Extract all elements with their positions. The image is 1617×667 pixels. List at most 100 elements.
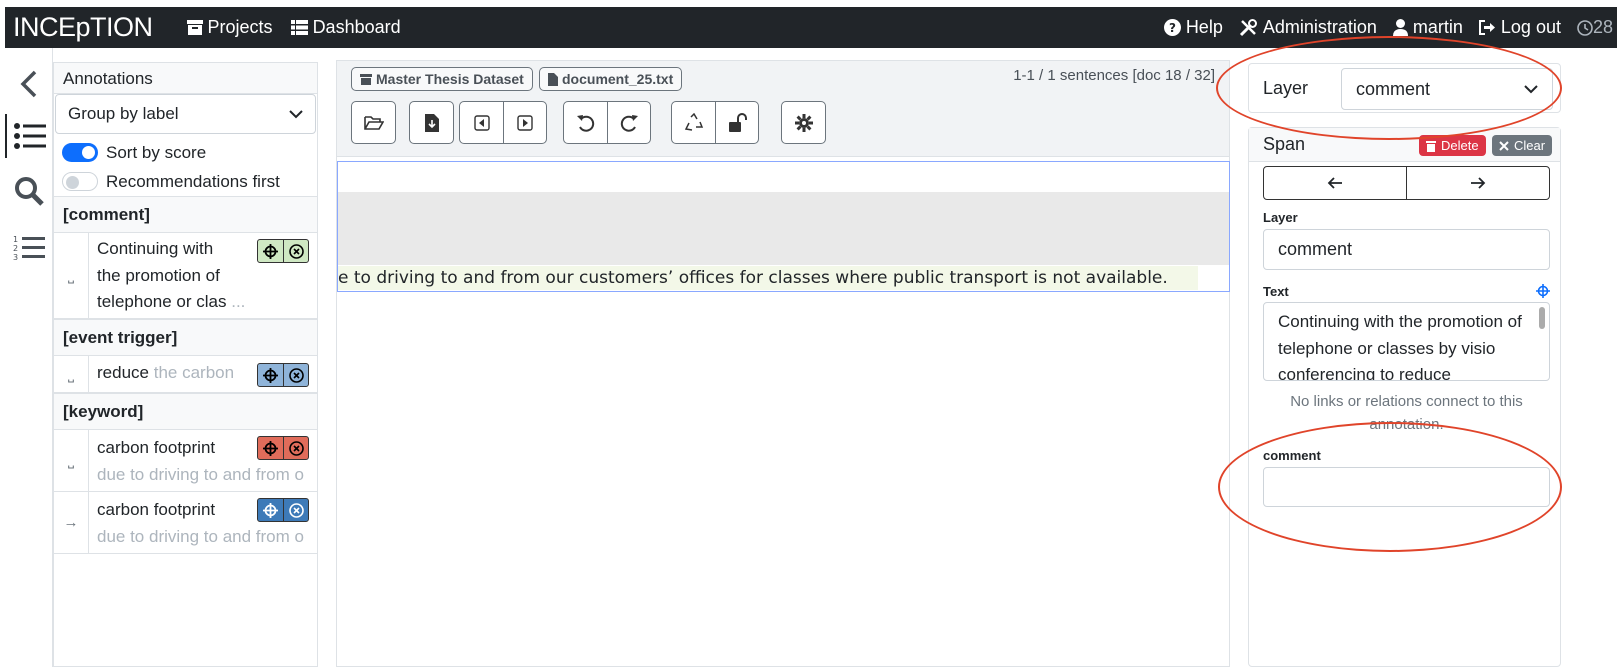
clear-button-label: Clear <box>1514 138 1546 153</box>
annotations-tab[interactable] <box>5 114 53 158</box>
lock-document-button[interactable] <box>715 102 758 143</box>
nav-help-label: Help <box>1185 17 1223 37</box>
sort-by-score-label: Sort by score <box>106 142 207 162</box>
annotation-actions <box>257 436 309 460</box>
user-icon <box>1392 19 1408 36</box>
sidebar-rail: 123 <box>5 48 53 667</box>
group-title-event-trigger: [event trigger] <box>54 319 317 356</box>
annotation-context: the carbon <box>153 363 235 382</box>
sort-by-score-switch[interactable] <box>62 143 98 162</box>
jump-to-annotation-button[interactable] <box>258 240 283 262</box>
previous-annotation-button[interactable] <box>1264 167 1406 199</box>
unlock-icon <box>729 112 747 132</box>
archive-icon <box>360 73 372 85</box>
ellipsis: ... <box>231 292 246 311</box>
jump-to-annotation-button[interactable] <box>258 437 283 459</box>
previous-document-button[interactable] <box>460 102 503 143</box>
layer-field-value: comment <box>1278 239 1353 259</box>
text-field-scrollbar[interactable] <box>1539 307 1545 329</box>
reject-annotation-button[interactable] <box>283 240 308 262</box>
nav-dashboard[interactable]: Dashboard <box>290 17 401 38</box>
annotations-panel-title: Annotations <box>54 62 317 94</box>
crosshair-icon <box>263 367 278 383</box>
redo-icon <box>620 114 638 132</box>
recommendations-first-label: Recommendations first <box>106 171 280 191</box>
annotation-context: due to driving to and from o <box>97 526 304 546</box>
svg-text:?: ? <box>1169 21 1176 35</box>
open-document-button[interactable] <box>352 102 395 143</box>
export-group <box>409 101 454 144</box>
list-item[interactable]: ⎵ Continuing with the promotion of telep… <box>54 233 317 319</box>
recommendations-first-switch[interactable] <box>62 172 98 191</box>
clock-icon <box>1577 19 1593 36</box>
list-item[interactable]: ⎵ carbon footprint due to driving to and… <box>54 430 317 492</box>
annotation-context: due to driving to and from o <box>97 464 304 484</box>
crosshair-icon[interactable] <box>1536 284 1550 298</box>
span-marker-icon: ⎵ <box>54 233 89 318</box>
export-document-button[interactable] <box>410 102 453 143</box>
caret-square-left-icon <box>473 114 490 131</box>
jump-to-annotation-button[interactable] <box>258 364 283 386</box>
close-circle-icon <box>288 502 304 518</box>
project-tag[interactable]: Master Thesis Dataset <box>351 67 533 91</box>
reject-annotation-button[interactable] <box>283 437 308 459</box>
sentence-info: 1-1 / 1 sentences [doc 18 / 32] <box>1013 67 1215 84</box>
next-annotation-button[interactable] <box>1406 167 1549 199</box>
crosshair-icon <box>263 502 278 518</box>
undo-button[interactable] <box>564 102 607 143</box>
layer-field[interactable]: comment <box>1263 229 1550 270</box>
editor-toolbar-area: Master Thesis Dataset document_25.txt 1-… <box>337 61 1229 157</box>
annotation-band <box>338 192 1229 265</box>
document-text-line[interactable]: e to driving to and from our customers’ … <box>338 266 1198 290</box>
reject-annotation-button[interactable] <box>283 499 308 521</box>
app-brand[interactable]: INCEpTION <box>13 12 153 43</box>
delete-button-label: Delete <box>1441 138 1479 153</box>
reject-annotation-button[interactable] <box>283 364 308 386</box>
nav-logout[interactable]: Log out <box>1478 17 1561 38</box>
chevron-down-icon <box>289 109 303 118</box>
undo-redo-group <box>563 101 651 144</box>
nav-administration[interactable]: Administration <box>1239 17 1377 38</box>
group-by-select[interactable]: Group by label <box>55 94 316 134</box>
search-tab[interactable] <box>5 169 53 213</box>
nav-dashboard-label: Dashboard <box>312 17 401 37</box>
span-navigation <box>1263 166 1550 200</box>
redo-button[interactable] <box>607 102 650 143</box>
chevron-left-icon <box>20 70 37 98</box>
annotation-text-area[interactable]: e to driving to and from our customers’ … <box>337 161 1230 292</box>
nav-logout-label: Log out <box>1500 17 1561 37</box>
sort-by-score-toggle-row[interactable]: Sort by score <box>54 138 317 167</box>
span-marker-icon: ⎵ <box>54 356 89 392</box>
settings-group <box>781 101 826 144</box>
nav-user[interactable]: martin <box>1392 17 1463 38</box>
collapse-sidebar-button[interactable] <box>5 62 53 106</box>
reset-document-button[interactable] <box>672 102 715 143</box>
nav-projects[interactable]: Projects <box>186 17 273 38</box>
jump-to-annotation-button[interactable] <box>258 499 283 521</box>
highlight-ring-layer <box>1216 36 1562 140</box>
close-circle-icon <box>288 367 304 383</box>
text-field[interactable]: Continuing with the promotion of telepho… <box>1263 302 1550 381</box>
gear-icon <box>794 113 813 132</box>
nav-projects-label: Projects <box>207 17 273 37</box>
annotation-text-line: the promotion of <box>97 265 220 285</box>
arrow-left-icon <box>1327 177 1342 189</box>
nav-administration-label: Administration <box>1262 17 1377 37</box>
recommendations-first-toggle-row[interactable]: Recommendations first <box>54 167 317 196</box>
file-download-icon <box>424 113 439 132</box>
list-item[interactable]: → carbon footprint due to driving to and… <box>54 492 317 554</box>
annotation-actions <box>257 498 309 522</box>
search-icon <box>15 177 44 206</box>
trash-icon <box>1426 140 1436 152</box>
clear-button[interactable]: Clear <box>1492 135 1553 156</box>
ordered-list-tab[interactable]: 123 <box>5 226 53 270</box>
recycle-icon <box>684 112 703 131</box>
logout-icon <box>1478 20 1495 35</box>
settings-button[interactable] <box>782 102 825 143</box>
next-document-button[interactable] <box>503 102 546 143</box>
crosshair-icon <box>263 243 278 259</box>
text-field-value: Continuing with the promotion of telepho… <box>1278 312 1522 381</box>
document-tag[interactable]: document_25.txt <box>539 67 683 91</box>
list-item[interactable]: ⎵ reduce the carbon <box>54 356 317 393</box>
nav-help[interactable]: ? Help <box>1163 17 1223 38</box>
